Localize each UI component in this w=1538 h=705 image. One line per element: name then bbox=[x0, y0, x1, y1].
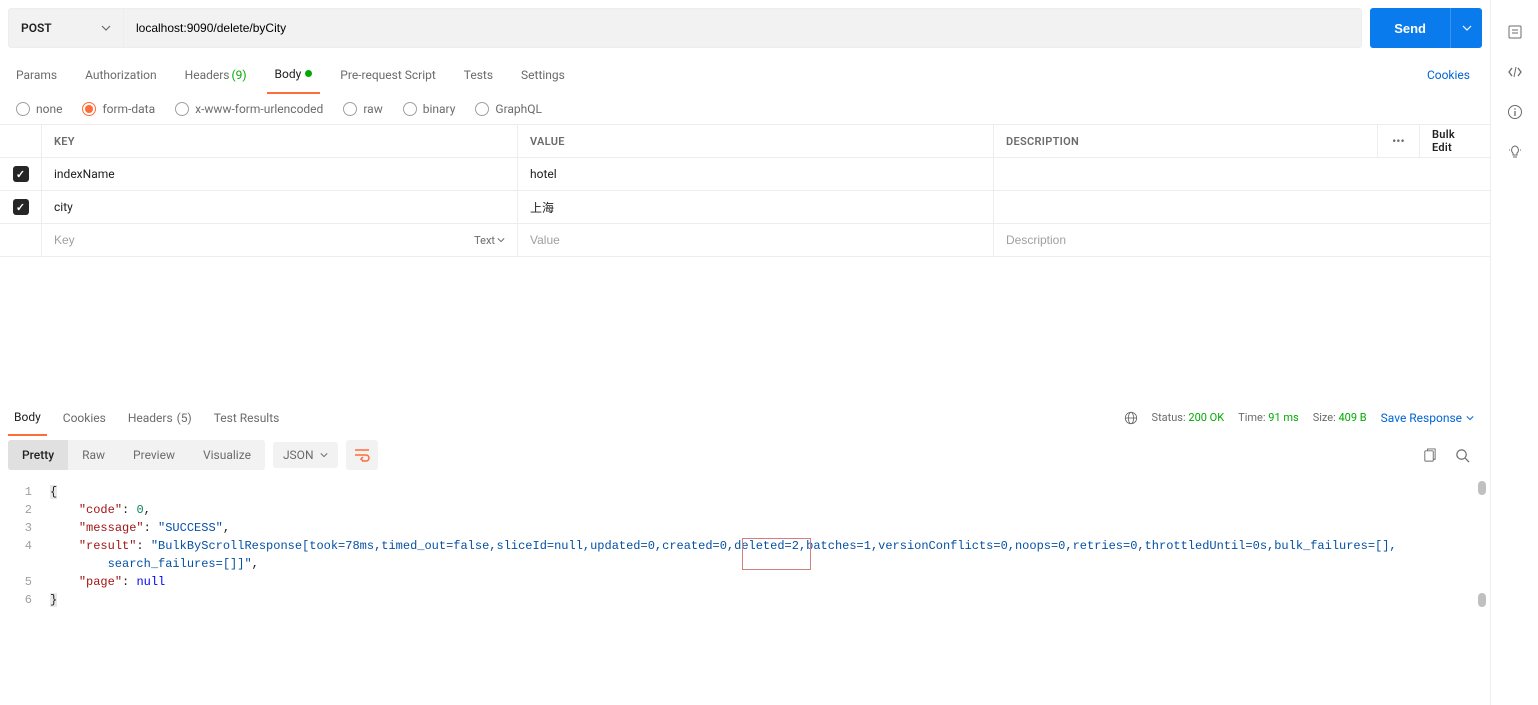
radio-none[interactable]: none bbox=[16, 102, 62, 116]
view-pretty[interactable]: Pretty bbox=[8, 440, 68, 470]
radio-xwww[interactable]: x-www-form-urlencoded bbox=[175, 102, 323, 116]
tab-settings[interactable]: Settings bbox=[513, 56, 573, 94]
format-select[interactable]: JSON bbox=[273, 442, 338, 468]
resp-tab-body[interactable]: Body bbox=[8, 400, 47, 436]
scrollbar-thumb[interactable] bbox=[1478, 593, 1486, 607]
unsaved-dot-icon bbox=[305, 70, 312, 77]
http-method-select[interactable]: POST bbox=[8, 8, 124, 48]
radio-binary[interactable]: binary bbox=[403, 102, 456, 116]
new-key-input[interactable] bbox=[54, 233, 474, 247]
chevron-down-icon bbox=[101, 23, 111, 33]
response-action-icons bbox=[1422, 448, 1482, 463]
view-preview[interactable]: Preview bbox=[119, 440, 189, 470]
http-method-value: POST bbox=[21, 21, 52, 35]
form-data-table: KEY VALUE DESCRIPTION ••• Bulk Edit inde… bbox=[0, 124, 1490, 257]
url-bar: POST Send bbox=[0, 0, 1490, 56]
copy-icon[interactable] bbox=[1422, 448, 1437, 463]
radio-raw[interactable]: raw bbox=[343, 102, 382, 116]
resp-tab-tests[interactable]: Test Results bbox=[208, 400, 286, 436]
key-cell[interactable]: indexName bbox=[42, 158, 518, 190]
main-area: POST Send Params Authorization Headers (… bbox=[0, 0, 1490, 705]
chevron-down-icon bbox=[1462, 23, 1472, 33]
cookies-link[interactable]: Cookies bbox=[1427, 68, 1482, 82]
resp-tab-cookies[interactable]: Cookies bbox=[57, 400, 112, 436]
globe-icon bbox=[1124, 411, 1138, 425]
new-desc-input[interactable] bbox=[1006, 233, 1478, 247]
wrap-icon bbox=[354, 448, 370, 462]
size-label: Size: 409 B bbox=[1313, 411, 1367, 424]
chevron-down-icon bbox=[497, 236, 505, 244]
table-row: indexName hotel bbox=[0, 158, 1490, 191]
radio-form-data[interactable]: form-data bbox=[82, 102, 155, 116]
send-button-group: Send bbox=[1370, 8, 1482, 48]
time-label: Time: 91 ms bbox=[1238, 411, 1299, 424]
radio-graphql[interactable]: GraphQL bbox=[475, 102, 542, 116]
tab-headers[interactable]: Headers (9) bbox=[177, 56, 255, 94]
key-type-select[interactable]: Text bbox=[474, 234, 505, 247]
table-row: city 上海 bbox=[0, 191, 1490, 224]
response-view-controls: Pretty Raw Preview Visualize JSON bbox=[0, 435, 1490, 475]
documentation-icon[interactable] bbox=[1507, 24, 1523, 40]
col-key: KEY bbox=[42, 125, 518, 157]
lightbulb-icon[interactable] bbox=[1507, 144, 1523, 160]
chevron-down-icon bbox=[1466, 414, 1474, 422]
tab-authorization[interactable]: Authorization bbox=[77, 56, 165, 94]
table-header: KEY VALUE DESCRIPTION ••• Bulk Edit bbox=[0, 125, 1490, 158]
body-type-selector: none form-data x-www-form-urlencoded raw… bbox=[0, 94, 1490, 124]
tab-params[interactable]: Params bbox=[8, 56, 65, 94]
wrap-lines-button[interactable] bbox=[346, 440, 378, 470]
row-checkbox[interactable] bbox=[13, 166, 29, 182]
right-sidebar bbox=[1490, 0, 1538, 705]
chevron-down-icon bbox=[320, 451, 328, 459]
tab-body[interactable]: Body bbox=[267, 56, 321, 94]
send-button[interactable]: Send bbox=[1370, 8, 1450, 48]
tab-prerequest[interactable]: Pre-request Script bbox=[332, 56, 443, 94]
bulk-edit-button[interactable]: Bulk Edit bbox=[1420, 125, 1490, 157]
response-body[interactable]: 1{ 2 "code": 0, 3 "message": "SUCCESS", … bbox=[0, 475, 1490, 705]
value-cell[interactable]: 上海 bbox=[518, 191, 994, 223]
desc-cell[interactable] bbox=[994, 191, 1490, 223]
more-options-button[interactable]: ••• bbox=[1378, 125, 1420, 157]
value-cell[interactable]: hotel bbox=[518, 158, 994, 190]
response-tabs: Body Cookies Headers (5) Test Results St… bbox=[0, 399, 1490, 435]
send-dropdown-button[interactable] bbox=[1450, 8, 1482, 48]
col-value: VALUE bbox=[518, 125, 994, 157]
desc-cell[interactable] bbox=[994, 158, 1490, 190]
view-mode-tabs: Pretty Raw Preview Visualize bbox=[8, 440, 265, 470]
key-cell[interactable]: city bbox=[42, 191, 518, 223]
code-icon[interactable] bbox=[1507, 64, 1523, 80]
url-input[interactable] bbox=[124, 8, 1362, 48]
scrollbar-thumb[interactable] bbox=[1478, 481, 1486, 495]
request-tabs: Params Authorization Headers (9) Body Pr… bbox=[0, 56, 1490, 94]
tab-tests[interactable]: Tests bbox=[456, 56, 501, 94]
resp-tab-headers[interactable]: Headers (5) bbox=[122, 400, 198, 436]
info-icon[interactable] bbox=[1507, 104, 1523, 120]
new-value-input[interactable] bbox=[530, 233, 981, 247]
new-row: Text bbox=[0, 224, 1490, 257]
view-visualize[interactable]: Visualize bbox=[189, 440, 265, 470]
view-raw[interactable]: Raw bbox=[68, 440, 119, 470]
search-icon[interactable] bbox=[1455, 448, 1470, 463]
response-meta: Status: 200 OK Time: 91 ms Size: 409 B S… bbox=[1124, 411, 1482, 425]
col-description: DESCRIPTION bbox=[994, 125, 1378, 157]
row-checkbox[interactable] bbox=[13, 199, 29, 215]
status-label: Status: 200 OK bbox=[1152, 411, 1225, 424]
save-response-button[interactable]: Save Response bbox=[1381, 411, 1474, 425]
